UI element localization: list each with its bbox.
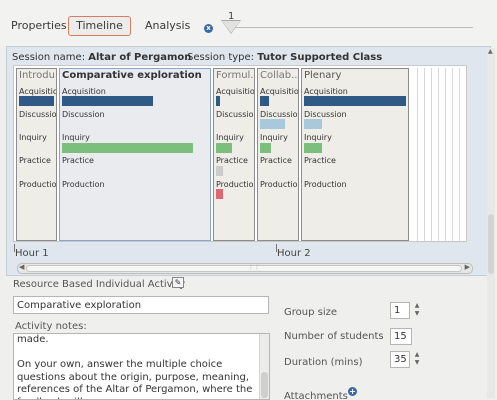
session-name-row: Session name: Altar of Pergamon	[12, 52, 191, 63]
inquiry-bar	[62, 143, 193, 153]
tab-timeline[interactable]: Timeline	[68, 16, 131, 36]
phase-label: Inquiry	[304, 133, 332, 142]
scroll-left-icon[interactable]: ◀	[19, 263, 24, 271]
horizontal-scroll-thumb[interactable]	[26, 265, 462, 272]
group-size-input[interactable]: 1	[390, 302, 410, 319]
activity-name-input[interactable]	[13, 296, 269, 314]
close-icon[interactable]: x	[204, 24, 213, 33]
phase-label: Discussion	[216, 110, 255, 119]
phase-label: Discussion	[304, 110, 347, 119]
duration-stepper-icon[interactable]: ▲ ▼	[412, 351, 422, 368]
scroll-up-icon[interactable]: ▲	[488, 48, 493, 55]
production-bar	[216, 189, 223, 199]
group-size-label: Group size	[284, 307, 338, 318]
phase-label: Discussion	[62, 110, 105, 119]
phase-label: Production	[260, 180, 299, 189]
acquisition-bar	[62, 96, 153, 106]
phase-label: Inquiry	[62, 133, 90, 142]
duration-input[interactable]: 35	[390, 351, 410, 368]
timeline-canvas[interactable]: Introdu... Acquisition Discussion Inquiry Pr…	[13, 65, 467, 242]
inquiry-bar	[260, 143, 271, 153]
activity-title: Formul...	[216, 70, 254, 81]
activity-column[interactable]: Comparative exploration Acquisition Discus…	[59, 68, 211, 241]
tab-properties[interactable]: Properties	[11, 15, 67, 37]
phase-label: Production	[19, 180, 57, 189]
zoom-slider-thumb[interactable]	[222, 21, 240, 33]
activity-column[interactable]: Collab... Acquisition Discussion Inquiry Pra…	[257, 68, 299, 241]
zoom-slider-track[interactable]	[229, 27, 473, 28]
session-type: Tutor Supported Class	[257, 52, 383, 63]
students-label: Number of students	[284, 331, 384, 342]
acquisition-bar	[260, 96, 269, 106]
activity-title: Plenary	[304, 70, 342, 81]
discussion-bar	[304, 119, 322, 129]
discussion-bar	[260, 119, 285, 129]
activity-title: Comparative exploration	[62, 70, 202, 81]
phase-label: Production	[304, 180, 347, 189]
acquisition-bar	[216, 96, 220, 106]
add-attachment-icon[interactable]: +	[348, 387, 357, 396]
phase-label: Discussion	[19, 110, 57, 119]
phase-label: Practice	[62, 156, 94, 165]
attachments-label: Attachments	[284, 391, 348, 400]
phase-label: Practice	[19, 156, 51, 165]
acquisition-bar	[304, 96, 406, 106]
activity-column[interactable]: Plenary Acquisition Discussion Inquiry Pract…	[301, 68, 409, 241]
session-type-row: Session type: Tutor Supported Class	[187, 52, 382, 63]
phase-label: Acquisition	[260, 87, 299, 96]
session-panel: Session name: Altar of Pergamon Session …	[6, 46, 491, 276]
group-size-stepper-icon[interactable]: ▲ ▼	[412, 302, 422, 319]
activity-notes-field[interactable]: made. On your own, answer the multiple c…	[13, 333, 270, 400]
session-type-label: Session type:	[187, 52, 255, 63]
hour-label-2: Hour 2	[277, 248, 311, 259]
phase-label: Discussion	[260, 110, 299, 119]
duration-label: Duration (mins)	[284, 357, 363, 368]
tab-analysis[interactable]: Analysis	[145, 15, 190, 37]
phase-label: Acquisition	[62, 87, 106, 96]
phase-label: Acquisition	[304, 87, 348, 96]
practice-bar	[216, 166, 223, 176]
edit-pen-icon[interactable]: ✎	[172, 277, 184, 288]
activity-column[interactable]: Introdu... Acquisition Discussion Inquiry Pr…	[16, 68, 57, 241]
vertical-scrollbar[interactable]: ▲	[487, 48, 495, 398]
acquisition-bar	[19, 96, 54, 106]
phase-label: Production	[62, 180, 105, 189]
timeline-empty-slots	[411, 68, 461, 241]
activity-column[interactable]: Formul... Acquisition Discussion Inquiry Pra…	[213, 68, 255, 241]
phase-label: Practice	[260, 156, 292, 165]
horizontal-scrollbar[interactable]: ◀ ⋮⋮ ▶	[17, 263, 473, 274]
session-name: Altar of Pergamon	[88, 52, 192, 63]
phase-label: Production	[216, 180, 255, 189]
phase-label: Inquiry	[216, 133, 244, 142]
scroll-right-icon[interactable]: ▶	[465, 263, 470, 271]
activity-notes-text[interactable]: made. On your own, answer the multiple c…	[17, 334, 257, 399]
phase-label: Inquiry	[19, 133, 47, 142]
activity-title: Collab...	[260, 70, 299, 81]
phase-label: Inquiry	[260, 133, 288, 142]
scroll-grip-icon: ⋮⋮	[248, 264, 260, 271]
students-input[interactable]: 15	[390, 328, 412, 345]
notes-scroll-thumb[interactable]	[261, 372, 268, 398]
phase-label: Acquisition	[19, 87, 56, 96]
hour-label-1: Hour 1	[15, 248, 49, 259]
session-name-label: Session name:	[12, 52, 86, 63]
toolbar: Properties Timeline Analysis x 1	[0, 0, 497, 46]
inquiry-bar	[216, 143, 232, 153]
activity-type-label: Resource Based Individual Activity	[13, 279, 186, 290]
activity-notes-label: Activity notes:	[15, 321, 87, 332]
inquiry-bar	[304, 143, 322, 153]
phase-label: Acquisition	[216, 87, 255, 96]
phase-label: Practice	[216, 156, 248, 165]
phase-label: Practice	[304, 156, 336, 165]
notes-scrollbar[interactable]	[259, 334, 269, 399]
vertical-scroll-thumb[interactable]	[488, 214, 494, 274]
activity-title: Introdu...	[19, 70, 56, 81]
